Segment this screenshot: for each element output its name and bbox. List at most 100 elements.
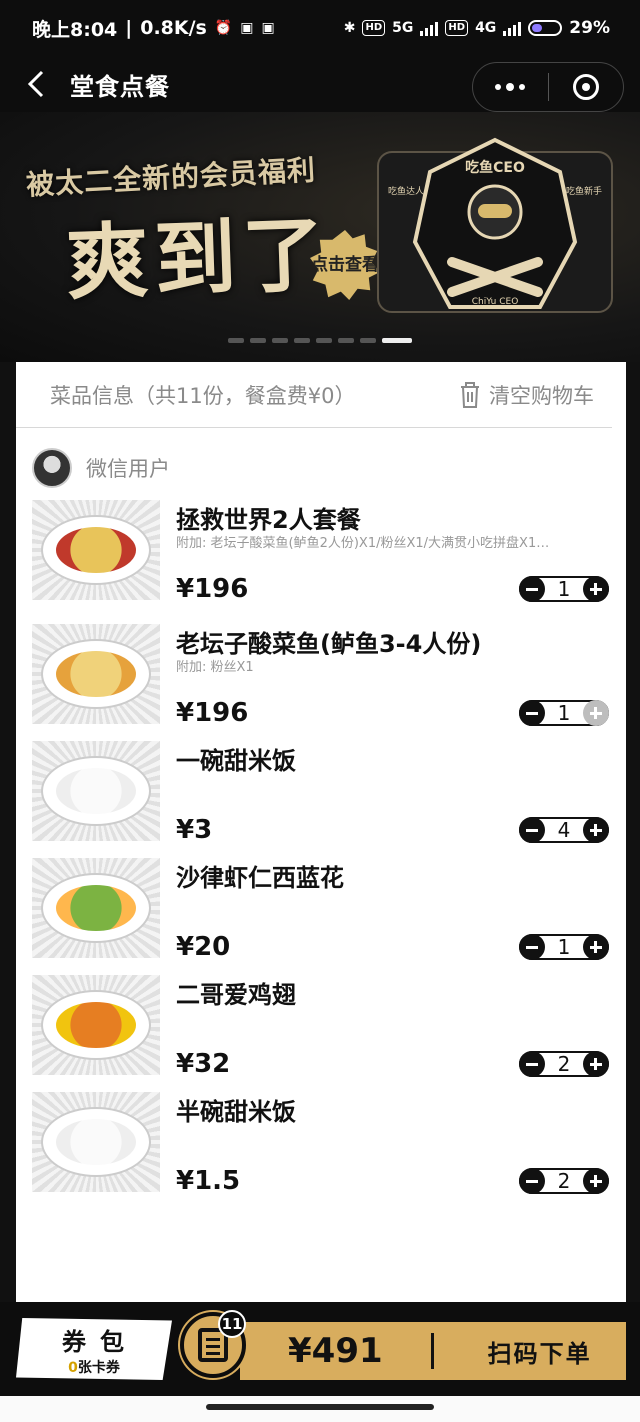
bottom-bar: 券包 0张卡券 ¥491 扫码下单 11 <box>0 1302 640 1396</box>
increase-button[interactable] <box>582 700 609 726</box>
coupon-count: 0 <box>68 1359 78 1376</box>
increase-button[interactable] <box>582 576 609 602</box>
cart-header: 菜品信息（共11份，餐盒费¥0） 清空购物车 <box>16 362 612 428</box>
back-button[interactable] <box>16 64 56 104</box>
banner-dot <box>250 338 266 343</box>
increase-button[interactable] <box>582 934 609 960</box>
banner-dot <box>294 338 310 343</box>
dish-extras: 附加: 粉丝X1 <box>176 660 254 675</box>
banner-dot <box>228 338 244 343</box>
quantity-stepper: 2 <box>519 1168 609 1194</box>
dish-image <box>32 624 160 724</box>
quantity-value: 4 <box>557 818 571 842</box>
dish-image <box>32 500 160 600</box>
dish-name: 老坛子酸菜鱼(鲈鱼3-4人份) <box>176 630 482 658</box>
decrease-button[interactable] <box>519 817 545 843</box>
dish-row: 半碗甜米饭 ¥1.5 2 <box>16 1090 626 1207</box>
coupon-button[interactable]: 券包 0张卡券 <box>16 1318 172 1380</box>
dish-price: ¥3 <box>176 815 213 845</box>
dish-price: ¥196 <box>176 574 249 604</box>
dish-image <box>32 741 160 841</box>
dish-row: 一碗甜米饭 ¥3 4 <box>16 739 626 856</box>
page-title: 堂食点餐 <box>70 72 170 101</box>
network-5g-label: 5G <box>392 20 414 36</box>
dish-list: 拯救世界2人套餐 附加: 老坛子酸菜鱼(鲈鱼2人份)X1/粉丝X1/大满贯小吃拼盘… <box>16 498 626 1207</box>
alarm-icon: ⏰ <box>214 20 233 36</box>
scan-order-button[interactable]: 扫码下单 <box>488 1334 592 1369</box>
quantity-stepper: 1 <box>519 576 609 602</box>
quantity-stepper: 2 <box>519 1051 609 1077</box>
banner-dot <box>272 338 288 343</box>
notification-icon: ▣ <box>240 20 254 36</box>
status-time: 晚上8:04 <box>32 18 118 41</box>
checkout-divider <box>430 1333 434 1369</box>
dish-name: 二哥爱鸡翅 <box>176 981 296 1009</box>
coupon-title: 券包 <box>62 1327 138 1356</box>
banner-dot <box>316 338 332 343</box>
status-bar: 晚上8:04 | 0.8K/s ⏰ ▣ ▣ ✱ HD 5G HD 4G 29% <box>0 0 640 56</box>
dish-price: ¥32 <box>176 1049 231 1079</box>
dish-image <box>32 975 160 1075</box>
dish-name: 拯救世界2人套餐 <box>176 506 361 534</box>
decrease-button[interactable] <box>519 1168 545 1194</box>
banner-dot <box>338 338 354 343</box>
user-name: 微信用户 <box>86 457 170 481</box>
increase-button[interactable] <box>582 1051 609 1077</box>
dish-image <box>32 858 160 958</box>
close-miniprogram-button[interactable] <box>549 63 624 111</box>
decrease-button[interactable] <box>519 700 545 726</box>
dish-row: 老坛子酸菜鱼(鲈鱼3-4人份) 附加: 粉丝X1 ¥196 1 <box>16 622 626 739</box>
coupon-unit: 张卡券 <box>77 1359 120 1376</box>
quantity-value: 1 <box>557 701 571 725</box>
notification-icon-2: ▣ <box>261 20 275 36</box>
dish-price: ¥20 <box>176 932 231 962</box>
banner-dot <box>382 338 412 343</box>
quantity-value: 2 <box>557 1169 571 1193</box>
signal-icon <box>420 20 439 36</box>
dish-row: 拯救世界2人套餐 附加: 老坛子酸菜鱼(鲈鱼2人份)X1/粉丝X1/大满贯小吃拼盘… <box>16 498 626 622</box>
quantity-value: 1 <box>557 935 571 959</box>
dish-row: 二哥爱鸡翅 ¥32 2 <box>16 973 626 1090</box>
mascot-title: 吃鱼CEO <box>465 159 525 176</box>
dish-price: ¥196 <box>176 698 249 728</box>
avatar <box>32 448 72 488</box>
increase-button[interactable] <box>582 817 609 843</box>
cart-panel: 菜品信息（共11份，餐盒费¥0） 清空购物车 微信用户 拯救世界2人套餐 附加: … <box>16 362 626 1302</box>
clear-cart-label: 清空购物车 <box>489 383 594 408</box>
decrease-button[interactable] <box>519 1051 545 1077</box>
dish-row: 沙律虾仁西蓝花 ¥20 1 <box>16 856 626 973</box>
bluetooth-icon: ✱ <box>343 20 356 36</box>
cart-summary: 菜品信息（共11份，餐盒费¥0） <box>50 383 356 408</box>
mascot-badge-left: 吃鱼达人 <box>388 185 424 197</box>
banner-slogan: 爽到了 <box>64 207 332 312</box>
dish-price: ¥1.5 <box>176 1166 241 1196</box>
quantity-value: 1 <box>557 577 571 601</box>
clear-cart-button[interactable]: 清空购物车 <box>459 380 594 410</box>
dish-name: 沙律虾仁西蓝花 <box>176 864 344 892</box>
promo-banner[interactable]: 被太二全新的会员福利 爽到了 点击查看 吃鱼CEO ChiYu CEO 吃鱼达人… <box>0 112 640 362</box>
total-price: ¥491 <box>288 1331 383 1371</box>
status-separator: | <box>125 17 133 39</box>
quantity-stepper: 4 <box>519 817 609 843</box>
more-button[interactable] <box>473 63 548 111</box>
decrease-button[interactable] <box>519 576 545 602</box>
nav-bar: 堂食点餐 <box>0 56 640 112</box>
status-net-speed: 0.8K/s <box>140 17 207 39</box>
banner-pagination <box>0 338 640 343</box>
hd-icon-2: HD <box>445 20 469 36</box>
quantity-stepper: 1 <box>519 700 609 726</box>
network-4g-label: 4G <box>475 20 497 36</box>
increase-button[interactable] <box>582 1168 609 1194</box>
signal-icon-2 <box>503 20 522 36</box>
quantity-value: 2 <box>557 1052 571 1076</box>
battery-icon <box>528 20 563 36</box>
checkout-bar: ¥491 扫码下单 <box>240 1322 626 1380</box>
mascot-subtitle: ChiYu CEO <box>472 297 519 307</box>
home-indicator[interactable] <box>0 1396 640 1422</box>
dish-image <box>32 1092 160 1192</box>
target-icon <box>572 74 599 100</box>
mascot-badge-right: 吃鱼新手 <box>566 185 602 197</box>
decrease-button[interactable] <box>519 934 545 960</box>
battery-percent: 29% <box>569 18 610 38</box>
miniprogram-capsule <box>472 62 624 112</box>
